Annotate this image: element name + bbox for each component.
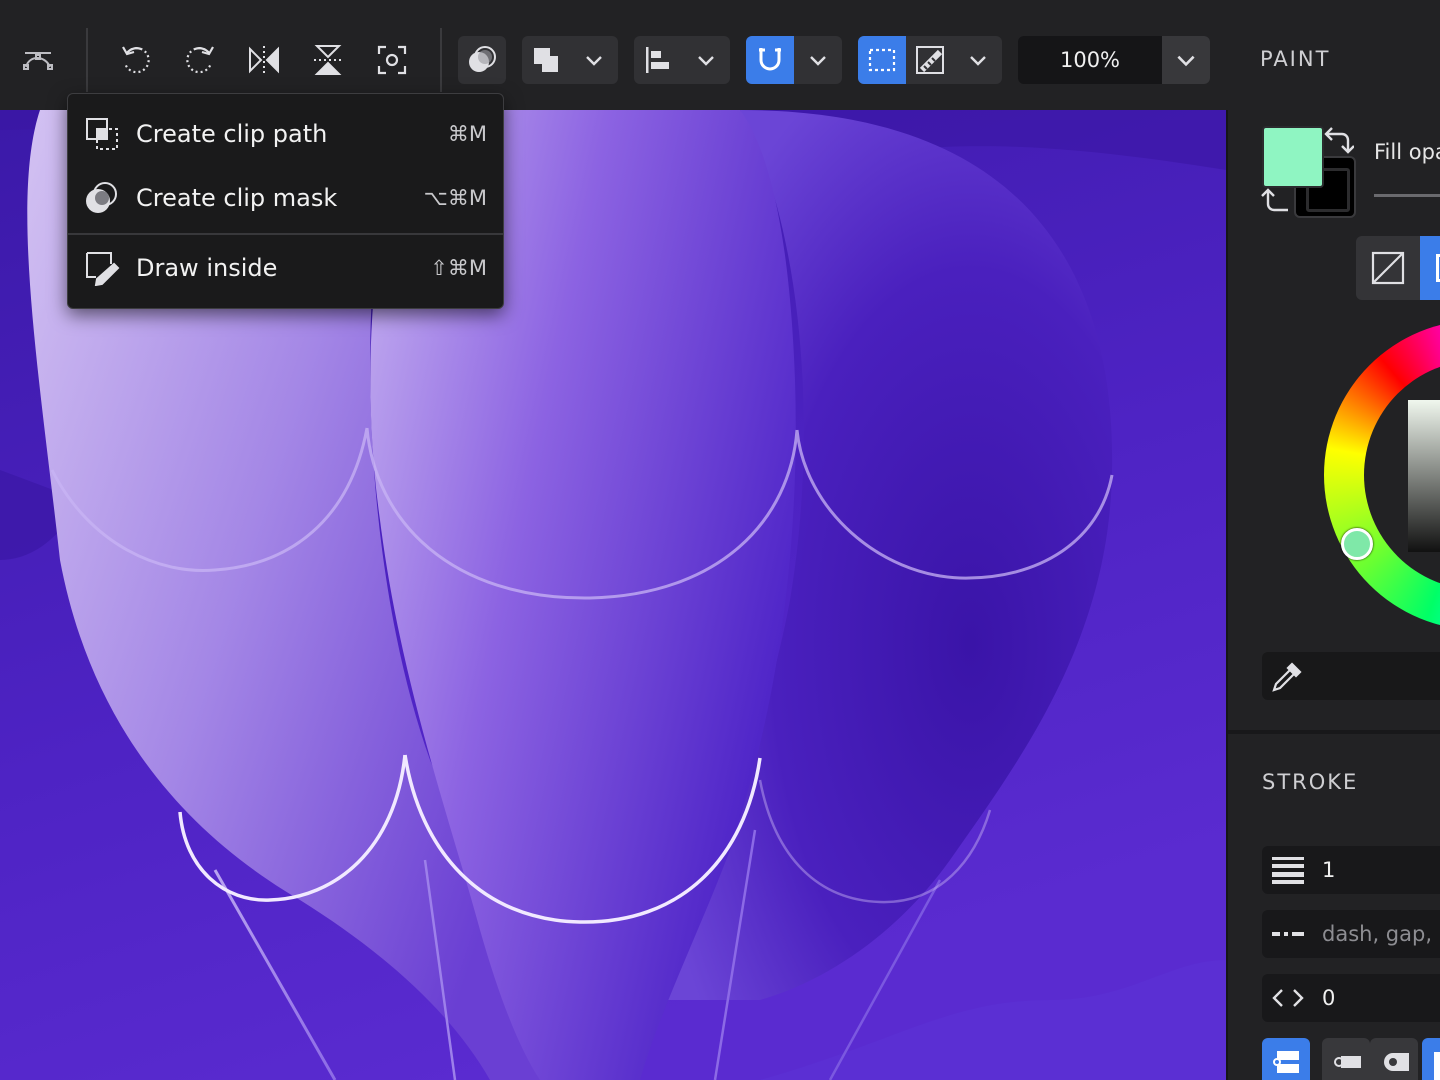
paint-panel-title: PAINT <box>1260 47 1331 71</box>
clip-mask-icon <box>458 36 506 84</box>
align-left-icon <box>634 36 682 84</box>
chevron-down-icon[interactable] <box>954 36 1002 84</box>
zoom-control[interactable]: 100% <box>1018 36 1210 84</box>
menu-item-shortcut: ⌘M <box>447 122 487 146</box>
fill-opacity-slider[interactable] <box>1374 194 1440 197</box>
toolbar-divider <box>440 28 442 92</box>
clip-button[interactable] <box>458 36 506 84</box>
chevron-down-icon <box>1177 55 1195 67</box>
stroke-width-value[interactable]: 1 <box>1322 846 1335 894</box>
paint-mode-selector[interactable] <box>1356 236 1440 300</box>
measure-icon[interactable] <box>906 36 954 84</box>
butt-cap-button[interactable] <box>1262 1038 1310 1080</box>
stroke-panel-title: STROKE <box>1262 770 1359 794</box>
boolean-operations-button[interactable] <box>522 36 618 84</box>
color-wheel-handle[interactable] <box>1341 528 1373 560</box>
union-icon <box>522 36 570 84</box>
paint-flat-button[interactable] <box>1420 236 1440 300</box>
chevron-down-icon[interactable] <box>682 36 730 84</box>
menu-item-shortcut: ⇧⌘M <box>430 256 487 280</box>
clip-path-icon <box>84 116 120 152</box>
reset-colors-icon[interactable] <box>1258 186 1290 218</box>
redo-icon[interactable] <box>176 36 224 84</box>
menu-item-label: Draw inside <box>136 254 278 282</box>
menu-item-create-clip-path[interactable]: Create clip path ⌘M <box>68 102 503 166</box>
flip-vertical-icon[interactable] <box>304 36 352 84</box>
clip-dropdown-menu: Create clip path ⌘M Create clip mask ⌥⌘M… <box>67 93 504 309</box>
chevron-down-icon[interactable] <box>570 36 618 84</box>
butt-cap-icon <box>1273 1051 1299 1073</box>
eyedropper-icon[interactable] <box>1270 660 1304 694</box>
selection-options-button[interactable] <box>858 36 1002 84</box>
properties-panel: Fill opa STROKE 1 dash, gap, ... <box>1226 110 1440 1080</box>
chevron-down-icon[interactable] <box>794 36 842 84</box>
clip-mask-icon <box>84 180 120 216</box>
stroke-width-field[interactable]: 1 <box>1262 846 1440 894</box>
stroke-offset-field[interactable]: 0 <box>1262 974 1440 1022</box>
menu-item-label: Create clip mask <box>136 184 338 212</box>
square-cap-button[interactable] <box>1370 1038 1418 1080</box>
panel-divider <box>1228 730 1440 734</box>
menu-separator <box>68 233 503 235</box>
paint-none-button[interactable] <box>1356 236 1420 300</box>
stroke-offset-value[interactable]: 0 <box>1322 974 1335 1022</box>
saturation-value-square[interactable] <box>1408 400 1440 552</box>
toolbar-divider <box>86 28 88 92</box>
snapping-button[interactable] <box>746 36 842 84</box>
undo-icon[interactable] <box>112 36 160 84</box>
magnet-icon[interactable] <box>746 36 794 84</box>
menu-item-draw-inside[interactable]: Draw inside ⇧⌘M <box>68 236 503 300</box>
zoom-value[interactable]: 100% <box>1018 36 1162 84</box>
code-brackets-icon <box>1270 982 1306 1014</box>
align-button[interactable] <box>634 36 730 84</box>
zoom-dropdown-button[interactable] <box>1162 36 1210 84</box>
flat-paint-icon <box>1436 254 1440 282</box>
stroke-align-button[interactable] <box>1422 1038 1440 1080</box>
menu-item-label: Create clip path <box>136 120 328 148</box>
marquee-select-icon[interactable] <box>858 36 906 84</box>
swap-colors-icon[interactable] <box>1322 124 1354 156</box>
dash-pattern-icon <box>1270 918 1306 950</box>
fill-color-swatch[interactable] <box>1262 126 1324 188</box>
node-tool-icon[interactable] <box>14 36 62 84</box>
stroke-align-icon <box>1434 1052 1440 1080</box>
menu-item-shortcut: ⌥⌘M <box>423 186 487 210</box>
flip-horizontal-icon[interactable] <box>240 36 288 84</box>
focus-icon[interactable] <box>368 36 416 84</box>
no-paint-icon <box>1371 251 1405 285</box>
square-cap-icon <box>1384 1053 1409 1071</box>
fill-opacity-label: Fill opa <box>1374 140 1440 164</box>
round-cap-button[interactable] <box>1322 1038 1370 1080</box>
stroke-dash-field[interactable]: dash, gap, ... <box>1262 910 1440 958</box>
round-cap-icon <box>1334 1056 1361 1068</box>
draw-inside-icon <box>84 250 120 287</box>
stroke-dash-placeholder[interactable]: dash, gap, ... <box>1322 910 1440 958</box>
stroke-width-icon <box>1270 854 1306 886</box>
color-picker-field[interactable] <box>1262 652 1440 700</box>
menu-item-create-clip-mask[interactable]: Create clip mask ⌥⌘M <box>68 166 503 230</box>
